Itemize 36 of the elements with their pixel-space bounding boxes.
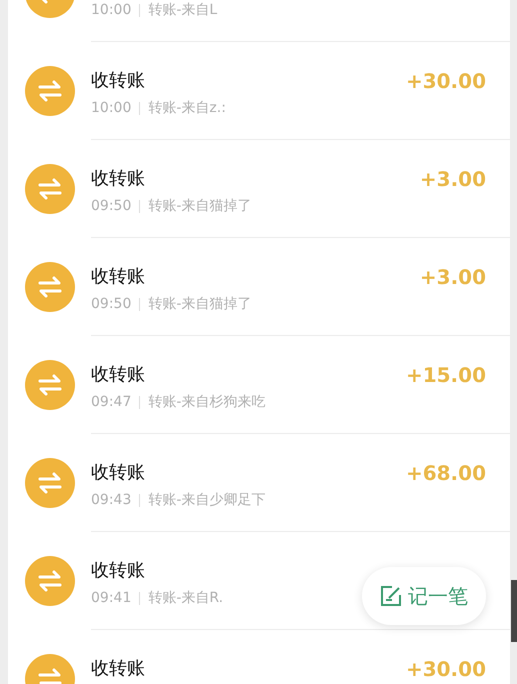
transaction-description: 转账-来自z.: — [148, 99, 226, 117]
transfer-icon — [25, 164, 75, 214]
transaction-amount: +15.00 — [406, 362, 486, 389]
edit-note-icon — [380, 585, 402, 607]
transaction-time: 09:41 — [91, 590, 132, 606]
transaction-description: 转账-来自少卿足下 — [148, 491, 266, 509]
transaction-title: 收转账 — [91, 559, 146, 583]
transaction-time: 09:50 — [91, 198, 132, 214]
transaction-time: 09:43 — [91, 492, 132, 508]
transaction-title: 收转账 — [91, 69, 146, 93]
transaction-description: 转账-来自猫掉了 — [148, 197, 252, 215]
transaction-title: 收转账 — [91, 461, 146, 485]
transaction-description: 转账-来自猫掉了 — [148, 295, 252, 313]
transaction-time: 09:47 — [91, 394, 132, 410]
transaction-title: 收转账 — [91, 657, 145, 681]
transaction-time: 10:00 — [91, 2, 132, 18]
transaction-time: 10:00 — [91, 100, 132, 116]
transaction-description: 转账-来自杉狗来吃 — [148, 393, 266, 411]
transaction-amount: +30.00 — [406, 68, 486, 95]
transaction-title: 收转账 — [91, 167, 146, 191]
transfer-icon — [25, 262, 75, 312]
scrollbar-thumb[interactable] — [511, 580, 517, 642]
transfer-icon — [25, 360, 75, 410]
transfer-icon — [25, 458, 75, 508]
transaction-amount: +30.00 — [406, 656, 486, 683]
transaction-amount: +68.00 — [406, 460, 486, 487]
transaction-description: 转账-来自L — [148, 1, 218, 19]
transaction-description: 转账-来自R. — [148, 589, 224, 607]
transaction-time: 09:50 — [91, 296, 132, 312]
transfer-icon — [25, 556, 75, 606]
transaction-title: 收转账 — [91, 265, 146, 289]
transaction-title: 收转账 — [91, 363, 146, 387]
transaction-amount: +3.00 — [420, 166, 486, 193]
add-record-button[interactable]: 记一笔 — [362, 567, 486, 625]
transfer-icon — [25, 66, 75, 116]
transaction-amount: +3.00 — [420, 264, 486, 291]
